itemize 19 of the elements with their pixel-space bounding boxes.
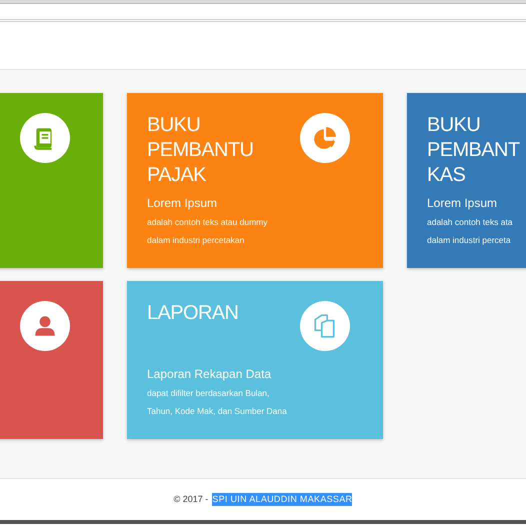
tile-title: LAPORAN bbox=[147, 301, 240, 326]
tile-description: adalah contoh teks atau dummy bbox=[147, 216, 268, 229]
footer-link[interactable]: SPI UIN ALAUDDIN MAKASSAR bbox=[212, 492, 352, 506]
tile-title: BUKU bbox=[147, 113, 202, 138]
tile-description: dalam industri percetakan bbox=[147, 234, 246, 247]
tile-description: dalam industri perceta bbox=[427, 234, 512, 247]
tile-title: BUKU bbox=[427, 113, 482, 138]
tile-title: PEMBANT bbox=[427, 138, 521, 163]
tile-subtitle: Lorem Ipsum bbox=[147, 195, 218, 212]
tile-subtitle: Lorem Ipsum bbox=[427, 195, 498, 212]
tile-description: adalah contoh teks ata bbox=[427, 216, 514, 229]
tile-description: Tahun, Kode Mak, dan Sumber Dana bbox=[147, 405, 288, 418]
tile-title: PEMBANTU bbox=[147, 138, 254, 163]
pie-chart-icon bbox=[312, 125, 338, 151]
copyright-text: © 2017 - bbox=[174, 492, 208, 506]
tile-subtitle: Laporan Rekapan Data bbox=[147, 366, 272, 383]
tile-title: KAS bbox=[427, 163, 466, 188]
tile-title: PAJAK bbox=[147, 163, 207, 188]
tile-description: dapat difilter berdasarkan Bulan, bbox=[147, 387, 270, 400]
